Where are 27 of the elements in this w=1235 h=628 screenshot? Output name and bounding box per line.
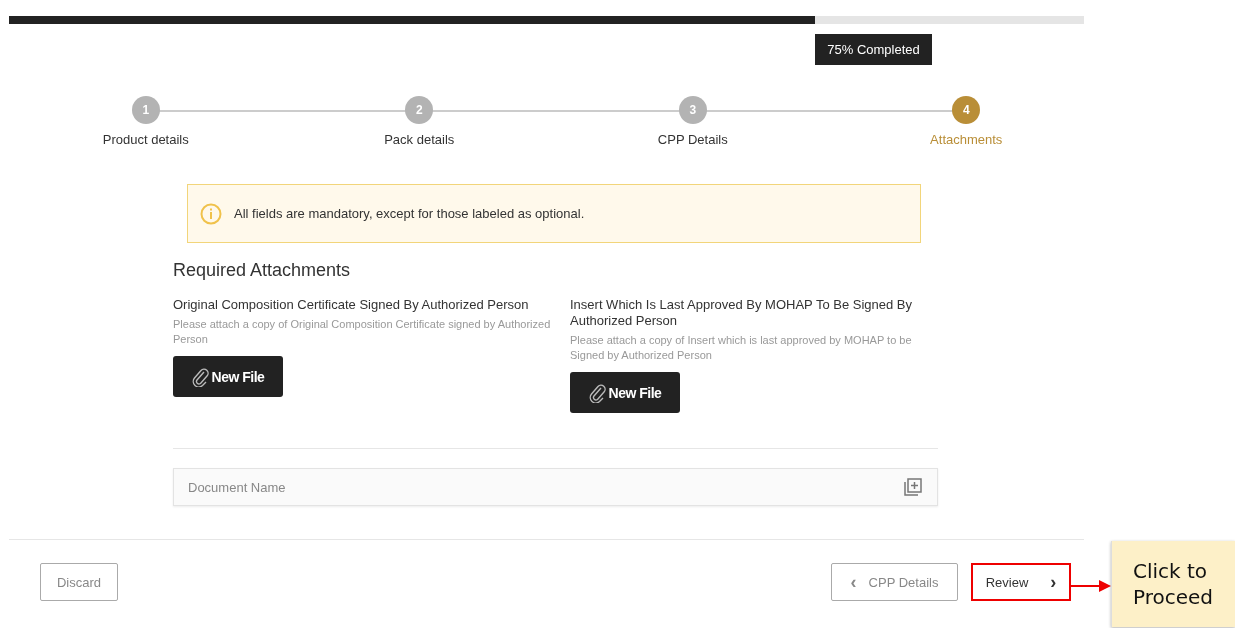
discard-button[interactable]: Discard: [40, 563, 118, 601]
new-file-button[interactable]: New File: [570, 372, 680, 413]
step-number[interactable]: 4: [952, 96, 981, 124]
alert-text: All fields are mandatory, except for those labeled as optional.: [234, 206, 585, 221]
step-number[interactable]: 3: [678, 96, 707, 124]
review-button[interactable]: Review ›: [971, 563, 1071, 601]
back-button[interactable]: ‹ CPP Details: [831, 563, 958, 601]
new-file-button[interactable]: New File: [173, 356, 283, 397]
paperclip-icon: [191, 366, 210, 387]
callout-note: Click to Proceed: [1111, 541, 1235, 627]
add-document-icon[interactable]: [904, 478, 922, 496]
attachment-hint: Please attach a copy of Insert which is last approved by MOHAP to be Signed by Authorized Person: [570, 333, 913, 363]
step-label[interactable]: CPP Details: [657, 132, 728, 147]
step-label[interactable]: Pack details: [384, 132, 455, 147]
step-label[interactable]: Attachments: [930, 132, 1003, 147]
paperclip-icon: [588, 382, 607, 403]
info-icon: [200, 202, 222, 225]
attachment-title: Original Composition Certificate Signed By Authorized Person: [173, 297, 530, 313]
document-name-field[interactable]: Document Name: [173, 468, 938, 506]
pointer-arrow: [1071, 579, 1111, 593]
step-label[interactable]: Product details: [102, 132, 189, 147]
section-title: Required Attachments: [173, 260, 352, 281]
attachment-hint: Please attach a copy of Original Composition Certificate signed by Authorized Person: [173, 317, 552, 347]
step-number[interactable]: 1: [131, 96, 160, 124]
step-number[interactable]: 2: [405, 96, 434, 124]
progress-tooltip: 75% Completed: [815, 34, 932, 65]
attachment-title: Insert Which Is Last Approved By MOHAP To Be Signed By Authorized Person: [570, 297, 914, 329]
